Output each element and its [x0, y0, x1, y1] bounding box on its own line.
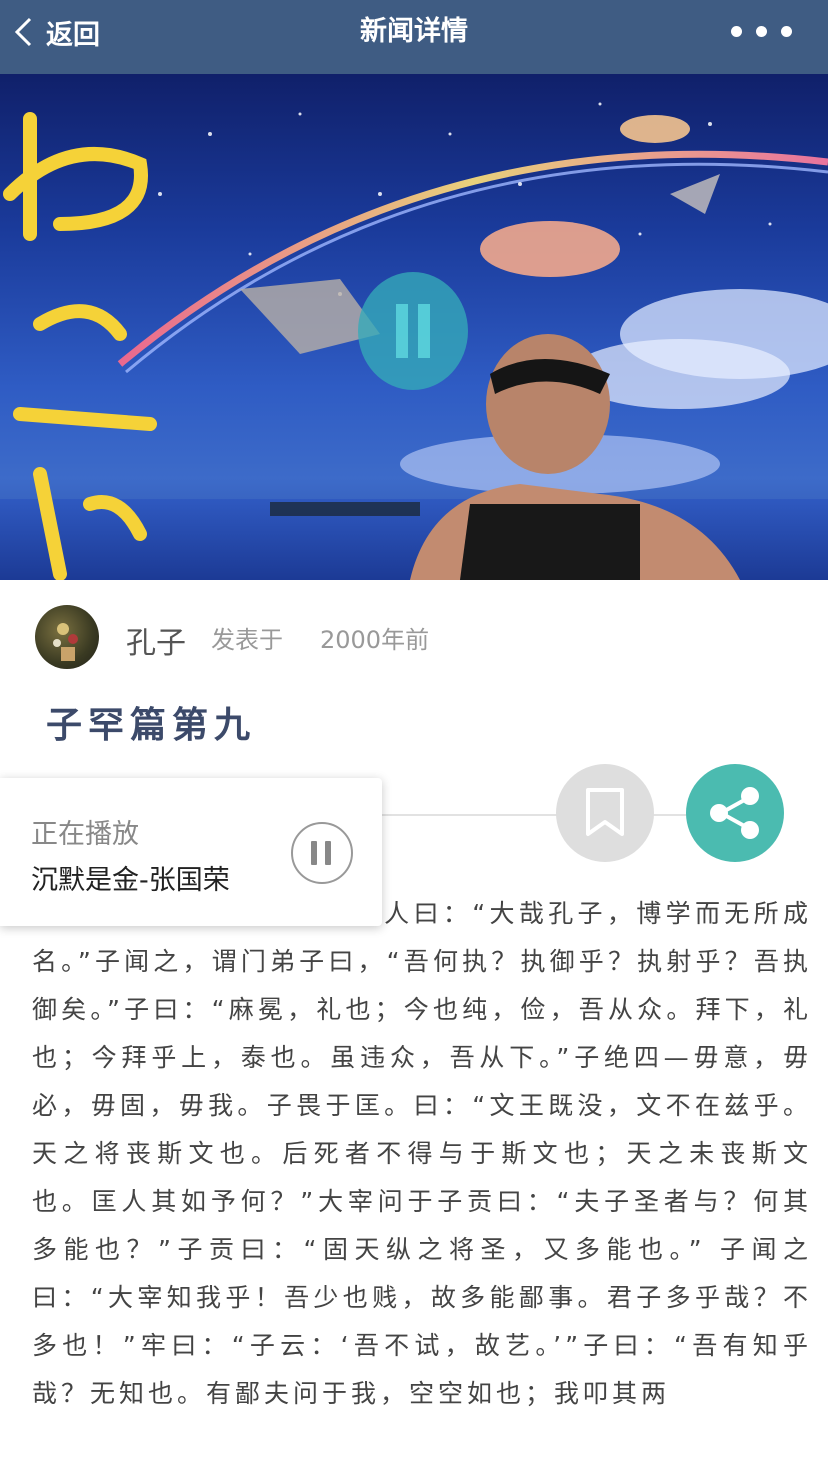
player-status: 正在播放	[31, 819, 139, 850]
bookmark-button[interactable]	[556, 764, 654, 862]
share-button[interactable]	[686, 764, 784, 862]
more-dots-icon[interactable]	[731, 26, 792, 37]
article-body: 子罕言利与命与仁。达巷党人曰：“大哉孔子，博学而无所成名。”子闻之，谓门弟子曰，…	[32, 899, 812, 1408]
player-song-title: 沉默是金-张国荣	[31, 865, 230, 896]
nav-bar: 返回 新闻详情	[0, 0, 828, 74]
bookmark-icon	[586, 788, 624, 836]
share-icon	[710, 787, 759, 839]
page-title: 新闻详情	[360, 16, 468, 47]
article-title: 子罕篇第九	[46, 705, 257, 746]
music-player-card[interactable]: 正在播放 沉默是金-张国荣	[0, 778, 382, 926]
author-row: 孔子 发表于 2000年前	[0, 600, 828, 680]
author-name[interactable]: 孔子	[126, 618, 186, 662]
cover-image	[0, 74, 828, 580]
published-label: 发表于	[211, 626, 283, 654]
cover-pause-button[interactable]	[358, 272, 468, 390]
pause-icon[interactable]	[291, 822, 353, 884]
published-time: 2000年前	[320, 626, 430, 654]
avatar[interactable]	[35, 605, 99, 669]
